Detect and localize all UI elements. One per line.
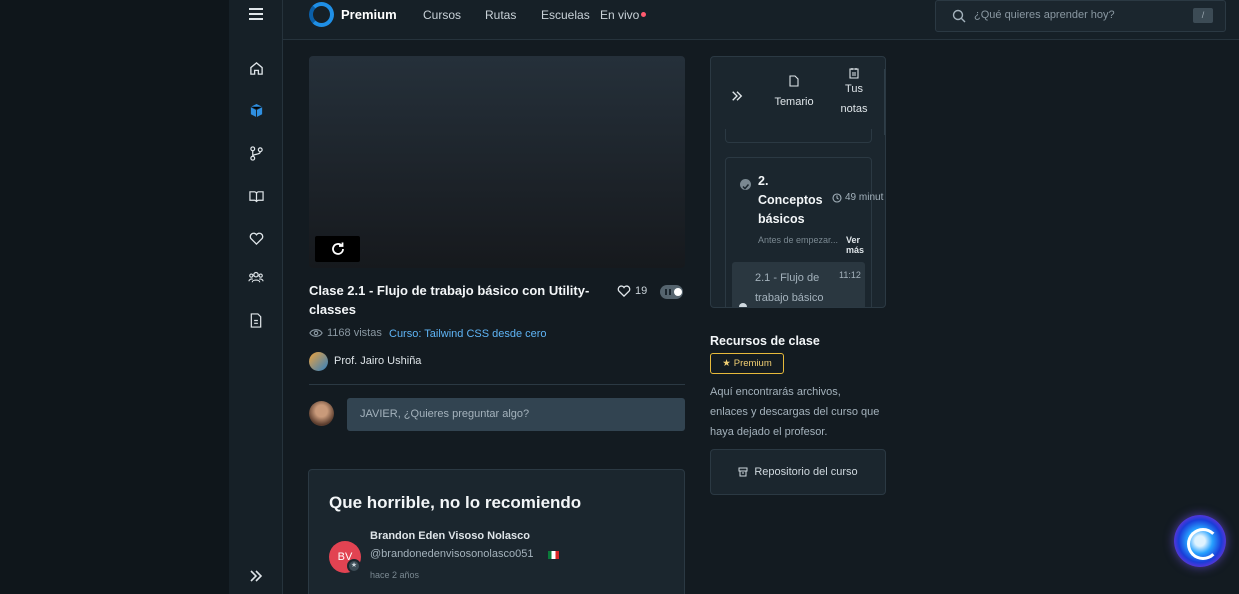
module-title: 2. Conceptos básicos — [758, 174, 823, 226]
book-icon[interactable] — [247, 187, 265, 205]
module-card[interactable]: 2. Conceptos básicos 49 minut Antes de e… — [725, 157, 883, 307]
clock-icon — [832, 192, 842, 203]
search-input[interactable]: ¿Qué quieres aprender hoy? / — [935, 0, 1226, 32]
git-branch-icon[interactable] — [247, 144, 265, 162]
users-icon[interactable] — [247, 268, 265, 286]
module-duration: 49 minut — [832, 192, 883, 203]
menu-icon[interactable] — [247, 5, 265, 23]
document-icon[interactable] — [247, 311, 265, 329]
resources-title: Recursos de clase — [710, 334, 820, 348]
top-bar: Premium Cursos Rutas Escuelas En vivo ¿Q… — [283, 0, 1239, 40]
home-icon[interactable] — [247, 59, 265, 77]
like-count: 19 — [635, 284, 648, 297]
search-placeholder: ¿Qué quieres aprender hoy? — [974, 9, 1115, 21]
premium-badge: ★ Premium — [710, 353, 784, 374]
star-badge-icon: ★ — [347, 559, 361, 573]
review-title: Que horrible, no lo recomiendo — [329, 493, 582, 512]
toggle-knob — [674, 288, 682, 296]
reviewer-handle: @brandonedenvisosonolasco051 — [370, 548, 534, 560]
previous-module-card[interactable] — [725, 129, 872, 143]
live-indicator — [641, 12, 646, 17]
user-avatar — [309, 401, 334, 426]
course-link[interactable]: Curso: Tailwind CSS desde cero — [389, 328, 547, 340]
logo-icon[interactable] — [309, 2, 334, 27]
reviewer-name[interactable]: Brandon Eden Visoso Nolasco — [370, 530, 530, 542]
premium-badge-label: Premium — [733, 358, 772, 369]
tab-temario[interactable]: Temario — [765, 75, 823, 108]
nav-cursos[interactable]: Cursos — [423, 8, 461, 22]
professor-name[interactable]: Prof. Jairo Ushiña — [334, 355, 421, 367]
review-time: hace 2 años — [370, 570, 420, 580]
lesson-item[interactable]: 2.1 - Flujo de trabajo básico 11:12 — [732, 262, 865, 307]
professor-avatar[interactable] — [309, 352, 328, 371]
tab-notes-label-2: notas — [840, 103, 868, 115]
module-duration-label: 49 minut — [845, 192, 884, 203]
question-input[interactable]: JAVIER, ¿Quieres preguntar algo? — [347, 398, 685, 431]
archive-icon — [738, 467, 748, 477]
eye-icon — [309, 329, 323, 337]
views-count: 1168 vistas — [309, 327, 382, 339]
divider — [309, 384, 685, 385]
collapse-panel-icon[interactable] — [731, 89, 743, 107]
resources-description: Aquí encontrarás archivos, enlaces y des… — [710, 386, 880, 438]
views-label: 1168 vistas — [327, 327, 382, 339]
lesson-item-time: 11:12 — [839, 270, 861, 280]
module-description: Antes de empezar... — [758, 235, 839, 245]
brand-label[interactable]: Premium — [341, 7, 397, 22]
left-gutter — [0, 0, 229, 594]
file-icon — [789, 75, 799, 87]
replay-icon — [331, 242, 344, 255]
review-card: Que horrible, no lo recomiendo BV ★ Bran… — [308, 469, 685, 594]
like-button[interactable]: 19 — [617, 284, 647, 297]
tab-notes-label-1: Tus — [845, 83, 863, 95]
syllabus-panel: Temario Tus notas 2. Conceptos básicos 4… — [710, 56, 886, 308]
lesson-item-title: 2.1 - Flujo de trabajo básico — [755, 272, 824, 304]
pause-icon — [665, 289, 671, 295]
sidebar — [229, 0, 283, 594]
tab-tus-notas[interactable]: Tus notas — [837, 67, 871, 119]
tab-temario-label: Temario — [774, 96, 814, 108]
search-shortcut-badge: / — [1193, 8, 1213, 23]
notepad-icon — [849, 68, 859, 79]
star-icon: ★ — [722, 358, 731, 369]
lesson-status-dot — [739, 303, 747, 307]
repository-button[interactable]: Repositorio del curso — [710, 449, 886, 495]
mexico-flag-icon — [548, 551, 559, 559]
autoplay-toggle[interactable] — [660, 285, 683, 299]
lesson-title: Clase 2.1 - Flujo de trabajo básico con … — [309, 283, 590, 317]
nav-escuelas[interactable]: Escuelas — [541, 8, 590, 22]
repository-button-label: Repositorio del curso — [754, 466, 858, 478]
cube-icon[interactable] — [247, 101, 265, 119]
replay-button[interactable] — [315, 236, 360, 262]
heart-icon — [617, 285, 631, 297]
video-player[interactable] — [309, 56, 685, 268]
nav-rutas[interactable]: Rutas — [485, 8, 516, 22]
expand-icon[interactable] — [247, 567, 265, 585]
assistant-icon[interactable] — [1174, 515, 1226, 567]
scrollbar[interactable] — [884, 69, 885, 135]
nav-en-vivo[interactable]: En vivo — [600, 8, 639, 22]
see-more-link[interactable]: Ver más — [846, 235, 871, 255]
check-circle-icon — [740, 179, 751, 190]
search-icon — [952, 9, 966, 23]
heart-icon[interactable] — [247, 229, 265, 247]
